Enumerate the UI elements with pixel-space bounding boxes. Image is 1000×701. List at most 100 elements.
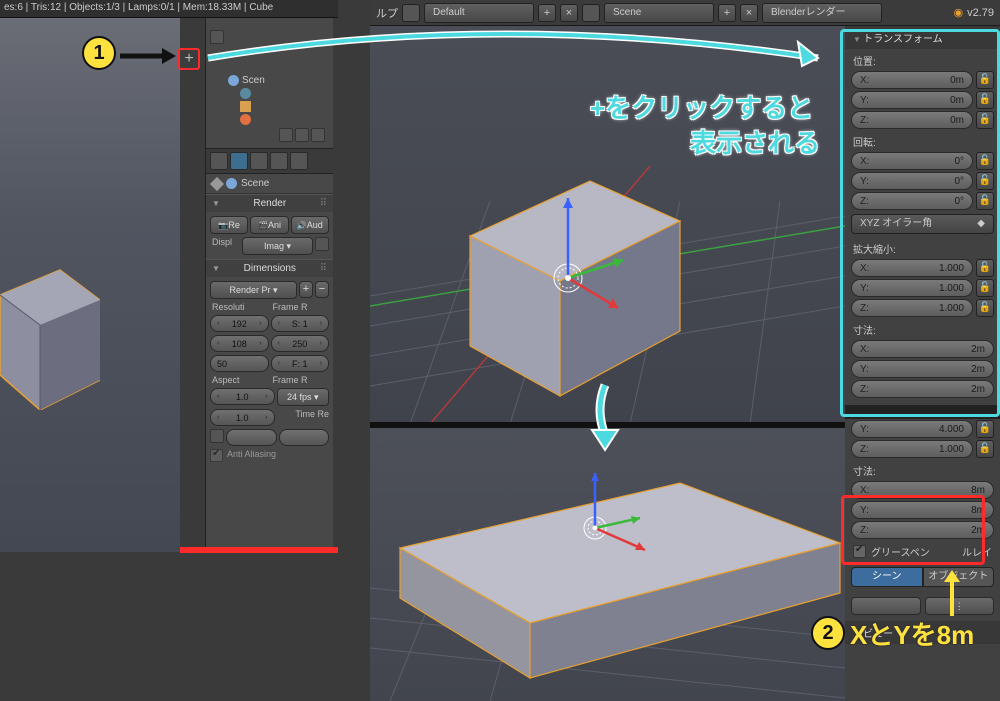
dimensions-panel-header[interactable]: Dimensions⠿	[206, 260, 333, 277]
gp-scene-tab[interactable]: シーン	[851, 567, 923, 587]
lock-scale-y[interactable]: 🔓	[976, 279, 994, 297]
frame-rate-label: Frame R	[271, 375, 330, 385]
annotation-arrow-1	[118, 44, 178, 68]
location-y-field[interactable]: Y:0m	[851, 91, 973, 109]
preset-remove-button[interactable]: −	[315, 281, 329, 298]
lock-scale-y-2[interactable]: 🔓	[976, 420, 994, 438]
rotation-mode-select[interactable]: XYZ オイラー角◆	[851, 214, 994, 234]
scale-z-field[interactable]: Z:1.000	[851, 299, 973, 317]
left-3d-viewport[interactable]	[0, 0, 180, 552]
frame-end-field[interactable]: ‹250›	[271, 335, 330, 352]
frame-range-label: Frame R	[271, 302, 330, 312]
scale-z-field-2[interactable]: Z:1.000	[851, 440, 973, 458]
frame-start-field[interactable]: ‹S: 1›	[271, 315, 330, 332]
scale-y-field[interactable]: Y:1.000	[851, 279, 973, 297]
lock-loc-x[interactable]: 🔓	[976, 71, 994, 89]
res-y-field[interactable]: ‹108›	[210, 335, 269, 352]
lock-rot-x[interactable]: 🔓	[976, 152, 994, 170]
scene-icon[interactable]	[582, 4, 600, 22]
view-panel-header[interactable]: ビュー	[845, 621, 1000, 644]
rotation-z-field[interactable]: Z:0°	[851, 192, 973, 210]
lock-loc-y[interactable]: 🔓	[976, 91, 994, 109]
scene-remove-button[interactable]: ×	[740, 4, 758, 22]
version-label: v2.79	[967, 7, 994, 19]
layout-add-button[interactable]: +	[538, 4, 556, 22]
prop-tab-render[interactable]	[210, 152, 228, 170]
lock-scale-x[interactable]: 🔓	[976, 259, 994, 277]
time-remap-new[interactable]	[279, 429, 330, 446]
render-preset-select[interactable]: Render Pr ▾	[210, 281, 297, 299]
layout-remove-button[interactable]: ×	[560, 4, 578, 22]
blender-logo-icon: ◉	[953, 6, 963, 19]
rotation-x-field[interactable]: X:0°	[851, 152, 973, 170]
dim-z-field-2[interactable]: Z:2m	[851, 521, 994, 539]
grease-pencil-checkbox[interactable]	[853, 545, 866, 558]
camera-icon[interactable]	[311, 128, 325, 142]
lock-scale-z[interactable]: 🔓	[976, 299, 994, 317]
annotation-step-2-badge: 2	[811, 616, 845, 650]
scale-y-field-2[interactable]: Y:4.000	[851, 420, 973, 438]
dim-y-field-2[interactable]: Y:8m	[851, 501, 994, 519]
properties-tabs	[206, 148, 333, 174]
audio-button[interactable]: 🔊Aud	[291, 216, 329, 234]
time-remap-old[interactable]	[226, 429, 277, 446]
location-x-field[interactable]: X:0m	[851, 71, 973, 89]
expand-n-panel-button[interactable]: +	[178, 48, 200, 70]
annotation-underline	[180, 547, 338, 553]
lock-rot-y[interactable]: 🔓	[976, 172, 994, 190]
preset-add-button[interactable]: +	[299, 281, 313, 298]
gp-layer-button[interactable]	[851, 597, 921, 615]
render-panel-header[interactable]: Render⠿	[206, 195, 333, 212]
res-pct-field[interactable]: 50	[210, 355, 269, 372]
scale-x-field[interactable]: X:1.000	[851, 259, 973, 277]
anti-aliasing-label: Anti Aliasing	[225, 449, 276, 462]
transform-panel-header[interactable]: トランスフォーム	[845, 26, 1000, 49]
lamp-icon	[240, 114, 251, 125]
rotation-y-field[interactable]: Y:0°	[851, 172, 973, 190]
lock-icon[interactable]	[315, 237, 329, 251]
outliner-cube-row[interactable]	[228, 100, 329, 113]
prop-tab-object[interactable]	[290, 152, 308, 170]
outliner-lamp-row[interactable]	[228, 113, 329, 126]
annotation-down-arrow	[580, 380, 630, 460]
aspect-x-field[interactable]: ‹1.0›	[210, 388, 275, 405]
scene-breadcrumb: Scene	[241, 178, 269, 189]
scene-add-button[interactable]: +	[718, 4, 736, 22]
resolution-label: Resoluti	[210, 302, 269, 312]
display-label: Displ	[210, 237, 240, 255]
render-button[interactable]: 📷Re	[210, 216, 248, 234]
help-menu[interactable]: ルプ	[376, 5, 398, 21]
cube-icon	[240, 101, 251, 112]
lock-loc-z[interactable]: 🔓	[976, 111, 994, 129]
dim-x-field[interactable]: X:2m	[851, 340, 994, 358]
cube-preview-small	[0, 260, 100, 410]
dim-y-field[interactable]: Y:2m	[851, 360, 994, 378]
aspect-label: Aspect	[210, 375, 269, 385]
pin-icon[interactable]	[210, 176, 224, 190]
location-label: 位置:	[845, 49, 1000, 70]
layout-icon[interactable]	[402, 4, 420, 22]
annotation-step-1-badge: 1	[82, 36, 116, 70]
anti-aliasing-checkbox[interactable]	[210, 449, 223, 462]
3d-viewport-bottom[interactable]	[370, 428, 845, 701]
border-toggle[interactable]	[210, 429, 224, 443]
fps-select[interactable]: 24 fps ▾	[277, 388, 330, 406]
lock-scale-z-2[interactable]: 🔓	[976, 440, 994, 458]
prop-tab-render-layers[interactable]	[230, 152, 248, 170]
prop-tab-world[interactable]	[270, 152, 288, 170]
animation-button[interactable]: 🎬Ani	[250, 216, 288, 234]
eye-icon[interactable]	[279, 128, 293, 142]
cursor-icon[interactable]	[295, 128, 309, 142]
dim-z-field[interactable]: Z:2m	[851, 380, 994, 398]
frame-step-field[interactable]: ‹F: 1›	[271, 355, 330, 372]
location-z-field[interactable]: Z:0m	[851, 111, 973, 129]
time-remap-label: Time Re	[277, 409, 330, 426]
res-x-field[interactable]: ‹192›	[210, 315, 269, 332]
dim-x-field-2[interactable]: X:8m	[851, 481, 994, 499]
lock-rot-z[interactable]: 🔓	[976, 192, 994, 210]
aspect-y-field[interactable]: ‹1.0›	[210, 409, 275, 426]
display-select[interactable]: Imag ▾	[242, 237, 313, 255]
scene-small-icon	[226, 178, 237, 189]
prop-tab-scene[interactable]	[250, 152, 268, 170]
grease-pencil-label: グリースペン	[871, 544, 930, 559]
